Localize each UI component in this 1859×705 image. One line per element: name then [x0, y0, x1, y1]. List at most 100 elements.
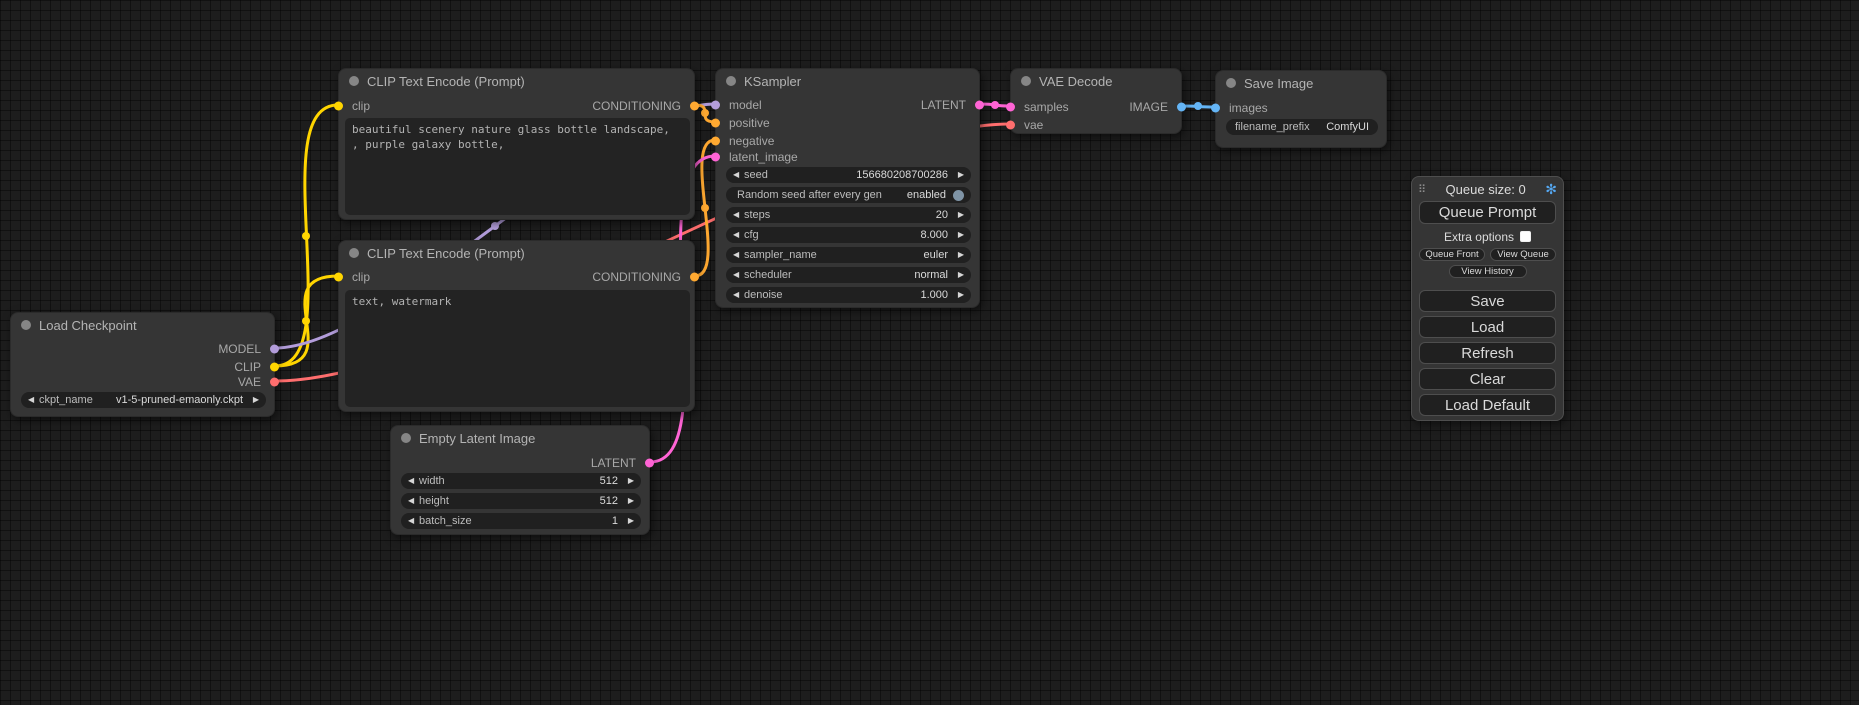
- view-history-button[interactable]: View History: [1449, 265, 1527, 278]
- queue-front-button[interactable]: Queue Front: [1419, 248, 1485, 261]
- node-clip-text-encode-positive[interactable]: CLIP Text Encode (Prompt) clip CONDITION…: [338, 68, 695, 220]
- increment-arrow-icon[interactable]: ▶: [248, 392, 259, 408]
- widget-sampler-name[interactable]: ◀ sampler_name euler ▶: [726, 247, 971, 263]
- input-label-images: images: [1229, 101, 1268, 115]
- node-empty-latent-image[interactable]: Empty Latent Image LATENT ◀ width 512 ▶ …: [390, 425, 650, 535]
- graph-canvas[interactable]: { "colors": { "model": "#B39DDB", "clip"…: [0, 0, 1859, 705]
- negative-input-slot[interactable]: [711, 137, 720, 146]
- node-title-bar[interactable]: KSampler: [716, 69, 979, 93]
- drag-handle-icon[interactable]: ⠿: [1418, 183, 1426, 196]
- collapse-dot-icon[interactable]: [349, 76, 359, 86]
- increment-arrow-icon[interactable]: ▶: [953, 267, 964, 283]
- widget-seed[interactable]: ◀ seed 156680208700286 ▶: [726, 167, 971, 183]
- samples-input-slot[interactable]: [1006, 103, 1015, 112]
- increment-arrow-icon[interactable]: ▶: [623, 513, 634, 529]
- images-input-slot[interactable]: [1211, 104, 1220, 113]
- node-title-bar[interactable]: Save Image: [1216, 71, 1386, 95]
- save-button[interactable]: Save: [1419, 290, 1556, 312]
- widget-batch-size[interactable]: ◀ batch_size 1 ▶: [401, 513, 641, 529]
- increment-arrow-icon[interactable]: ▶: [953, 247, 964, 263]
- decrement-arrow-icon[interactable]: ◀: [408, 473, 419, 489]
- input-label-latent-image: latent_image: [729, 150, 798, 164]
- load-default-button[interactable]: Load Default: [1419, 394, 1556, 416]
- node-vae-decode[interactable]: VAE Decode samples IMAGE vae: [1010, 68, 1182, 134]
- node-save-image[interactable]: Save Image images filename_prefix ComfyU…: [1215, 70, 1387, 148]
- clear-button[interactable]: Clear: [1419, 368, 1556, 390]
- widget-value: 512: [600, 495, 618, 507]
- increment-arrow-icon[interactable]: ▶: [953, 167, 964, 183]
- widget-denoise[interactable]: ◀ denoise 1.000 ▶: [726, 287, 971, 303]
- widget-label: seed: [744, 169, 768, 181]
- vae-output-slot[interactable]: [270, 378, 279, 387]
- image-output-slot[interactable]: [1177, 103, 1186, 112]
- model-input-slot[interactable]: [711, 101, 720, 110]
- decrement-arrow-icon[interactable]: ◀: [733, 267, 744, 283]
- node-title-bar[interactable]: CLIP Text Encode (Prompt): [339, 69, 694, 93]
- widget-ckpt-name[interactable]: ◀ ckpt_name v1-5-pruned-emaonly.ckpt ▶: [21, 392, 266, 408]
- decrement-arrow-icon[interactable]: ◀: [408, 513, 419, 529]
- node-ksampler[interactable]: KSampler model LATENT positive negative …: [715, 68, 980, 308]
- node-title-bar[interactable]: Empty Latent Image: [391, 426, 649, 450]
- clip-input-slot[interactable]: [334, 102, 343, 111]
- output-label-model: MODEL: [218, 342, 261, 356]
- collapse-dot-icon[interactable]: [726, 76, 736, 86]
- node-title-bar[interactable]: VAE Decode: [1011, 69, 1181, 93]
- widget-scheduler[interactable]: ◀ scheduler normal ▶: [726, 267, 971, 283]
- random-seed-toggle-icon[interactable]: [953, 190, 964, 201]
- increment-arrow-icon[interactable]: ▶: [953, 287, 964, 303]
- decrement-arrow-icon[interactable]: ◀: [733, 207, 744, 223]
- model-output-slot[interactable]: [270, 345, 279, 354]
- widget-random-seed[interactable]: Random seed after every gen enabled: [726, 187, 971, 203]
- collapse-dot-icon[interactable]: [1021, 76, 1031, 86]
- widget-height[interactable]: ◀ height 512 ▶: [401, 493, 641, 509]
- node-load-checkpoint[interactable]: Load Checkpoint MODEL CLIP VAE ◀ ckpt_na…: [10, 312, 275, 417]
- increment-arrow-icon[interactable]: ▶: [953, 207, 964, 223]
- decrement-arrow-icon[interactable]: ◀: [408, 493, 419, 509]
- extra-options-checkbox[interactable]: [1520, 231, 1531, 242]
- widget-cfg[interactable]: ◀ cfg 8.000 ▶: [726, 227, 971, 243]
- load-button[interactable]: Load: [1419, 316, 1556, 338]
- settings-gear-icon[interactable]: ✻: [1545, 181, 1557, 198]
- queue-size-label: Queue size: 0: [1426, 182, 1545, 197]
- widget-steps[interactable]: ◀ steps 20 ▶: [726, 207, 971, 223]
- increment-arrow-icon[interactable]: ▶: [623, 493, 634, 509]
- view-queue-button[interactable]: View Queue: [1490, 248, 1556, 261]
- conditioning-output-slot[interactable]: [690, 102, 699, 111]
- widget-width[interactable]: ◀ width 512 ▶: [401, 473, 641, 489]
- decrement-arrow-icon[interactable]: ◀: [733, 167, 744, 183]
- collapse-dot-icon[interactable]: [1226, 78, 1236, 88]
- decrement-arrow-icon[interactable]: ◀: [733, 227, 744, 243]
- latent-output-slot[interactable]: [645, 459, 654, 468]
- vae-input-slot[interactable]: [1006, 121, 1015, 130]
- conditioning-output-slot[interactable]: [690, 273, 699, 282]
- collapse-dot-icon[interactable]: [21, 320, 31, 330]
- widget-filename-prefix[interactable]: filename_prefix ComfyUI: [1226, 119, 1378, 135]
- widget-label: denoise: [744, 289, 783, 301]
- prompt-textarea[interactable]: beautiful scenery nature glass bottle la…: [345, 118, 690, 215]
- node-clip-text-encode-negative[interactable]: CLIP Text Encode (Prompt) clip CONDITION…: [338, 240, 695, 412]
- increment-arrow-icon[interactable]: ▶: [623, 473, 634, 489]
- positive-input-slot[interactable]: [711, 119, 720, 128]
- queue-prompt-button[interactable]: Queue Prompt: [1419, 201, 1556, 224]
- input-label-clip: clip: [352, 99, 370, 113]
- refresh-button[interactable]: Refresh: [1419, 342, 1556, 364]
- latent-output-slot[interactable]: [975, 101, 984, 110]
- latent-image-input-slot[interactable]: [711, 153, 720, 162]
- clip-output-slot[interactable]: [270, 363, 279, 372]
- widget-label: cfg: [744, 229, 759, 241]
- widget-label: filename_prefix: [1235, 121, 1310, 133]
- widget-value: 1.000: [920, 289, 948, 301]
- prompt-textarea[interactable]: text, watermark: [345, 290, 690, 407]
- decrement-arrow-icon[interactable]: ◀: [733, 287, 744, 303]
- collapse-dot-icon[interactable]: [401, 433, 411, 443]
- clip-input-slot[interactable]: [334, 273, 343, 282]
- collapse-dot-icon[interactable]: [349, 248, 359, 258]
- input-label-vae: vae: [1024, 118, 1043, 132]
- increment-arrow-icon[interactable]: ▶: [953, 227, 964, 243]
- output-label-vae: VAE: [238, 375, 261, 389]
- node-title-bar[interactable]: CLIP Text Encode (Prompt): [339, 241, 694, 265]
- widget-label: steps: [744, 209, 770, 221]
- decrement-arrow-icon[interactable]: ◀: [28, 392, 39, 408]
- node-title-bar[interactable]: Load Checkpoint: [11, 313, 274, 337]
- decrement-arrow-icon[interactable]: ◀: [733, 247, 744, 263]
